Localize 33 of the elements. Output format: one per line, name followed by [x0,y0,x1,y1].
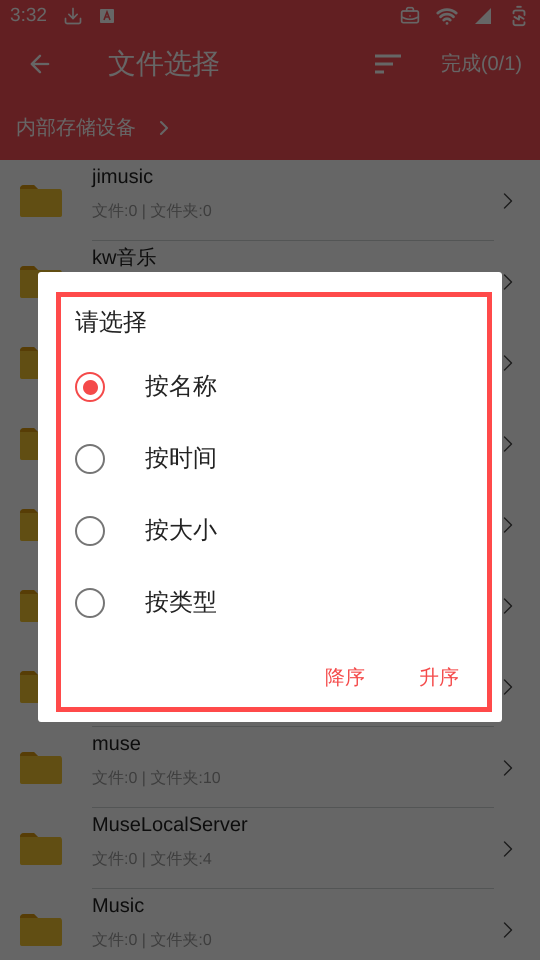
text-icon [98,8,115,24]
radio-option[interactable]: 按类型 [75,567,473,639]
signal-icon [474,7,492,25]
folder-icon [18,182,64,218]
radio-button[interactable] [75,516,105,546]
radio-button[interactable] [75,372,105,402]
radio-button[interactable] [75,444,105,474]
clock: 3:32 [10,4,47,28]
breadcrumb-item[interactable]: 内部存储设备 [16,113,136,143]
download-icon [62,6,83,26]
folder-name[interactable]: muse [92,729,141,759]
toolbar-title: 文件选择 [108,47,220,81]
option-label: 按时间 [145,444,217,474]
option-label: 按类型 [145,588,217,618]
radio-option[interactable]: 按名称 [75,351,473,423]
dialog-title: 请选择 [75,308,148,338]
folder-name[interactable]: kw音乐 [92,243,156,273]
folder-name[interactable]: MuseLocalServer [92,810,248,840]
dialog-button[interactable]: 降序 [325,663,365,693]
radio-option[interactable]: 按大小 [75,495,473,567]
wifi-icon [436,5,458,27]
folder-name[interactable]: jimusic [92,162,154,192]
option-label: 按名称 [145,372,217,402]
briefcase-icon [400,6,420,26]
folder-icon [18,830,64,866]
option-label: 按大小 [145,516,217,546]
radio-button[interactable] [75,588,105,618]
folder-icon [18,912,64,948]
folder-name[interactable]: Music [92,891,144,921]
folder-icon [18,750,64,786]
done-button[interactable]: 完成(0/1) [440,49,522,79]
dialog-button[interactable]: 升序 [419,663,459,693]
radio-option[interactable]: 按时间 [75,423,473,495]
